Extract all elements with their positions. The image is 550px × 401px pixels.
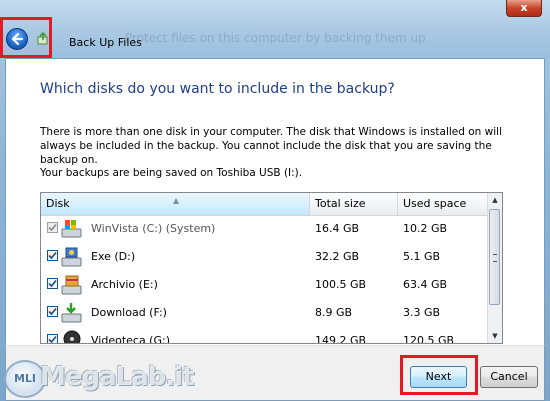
table-row[interactable]: Videoteca (G:) 149.2 GB 120.5 GB (41, 327, 490, 344)
disk-checkbox[interactable] (47, 278, 58, 289)
disk-total-size: 149.2 GB (315, 334, 367, 344)
column-header-total-size[interactable]: Total size (310, 193, 398, 215)
column-header-label: Total size (315, 197, 366, 210)
disk-list[interactable]: ▲ Disk Total size Used space WinVista (C… (40, 192, 503, 344)
video-drive-icon (63, 330, 81, 343)
program-drive-icon (61, 247, 82, 267)
disk-total-size: 32.2 GB (315, 250, 360, 263)
disk-used-space: 120.5 GB (403, 334, 455, 344)
disk-name: Exe (D:) (91, 250, 136, 263)
title-bar: Protect files on this computer by backin… (0, 0, 550, 58)
disk-checkbox (47, 222, 58, 233)
page-heading: Which disks do you want to include in th… (40, 81, 395, 97)
watermark: MLI MegaLab.it (4, 360, 195, 398)
watermark-text: MegaLab.it (40, 362, 195, 392)
column-header-label: Used space (403, 197, 467, 210)
vertical-scrollbar[interactable]: ▲ ▼ (487, 193, 502, 343)
disk-checkbox[interactable] (47, 306, 58, 317)
disk-total-size: 8.9 GB (315, 306, 353, 319)
page-description: There is more than one disk in your comp… (40, 126, 503, 166)
sort-ascending-icon: ▲ (173, 196, 180, 205)
table-row[interactable]: WinVista (C:) (System) 16.4 GB 10.2 GB (41, 215, 490, 243)
archive-drive-icon (61, 275, 82, 295)
cancel-button[interactable]: Cancel (480, 366, 538, 388)
disk-used-space: 63.4 GB (403, 278, 448, 291)
saved-location-text: Your backups are being saved on Toshiba … (40, 167, 303, 179)
disk-used-space: 10.2 GB (403, 222, 448, 235)
ghost-title: Protect files on this computer by backin… (125, 31, 426, 45)
table-row[interactable]: Download (F:) 8.9 GB 3.3 GB (41, 299, 490, 327)
window-title: Back Up Files (69, 36, 142, 49)
disk-used-space: 5.1 GB (403, 250, 441, 263)
grip-icon (493, 254, 497, 262)
disk-total-size: 100.5 GB (315, 278, 367, 291)
windows-drive-icon (61, 220, 82, 238)
checkmark-icon (48, 223, 57, 232)
next-highlight-box (400, 355, 478, 395)
disk-used-space: 3.3 GB (403, 306, 441, 319)
column-header-label: Disk (46, 197, 70, 210)
download-drive-icon (61, 303, 82, 323)
checkmark-icon (48, 335, 57, 343)
back-highlight-box (0, 17, 52, 58)
table-row[interactable]: Exe (D:) 32.2 GB 5.1 GB (41, 243, 490, 271)
scroll-thumb[interactable] (489, 209, 500, 305)
table-row[interactable]: Archivio (E:) 100.5 GB 63.4 GB (41, 271, 490, 299)
column-header-used-space[interactable]: Used space (398, 193, 490, 215)
disk-name: Archivio (E:) (91, 278, 158, 291)
disk-total-size: 16.4 GB (315, 222, 360, 235)
disk-name: WinVista (C:) (System) (91, 222, 216, 235)
scroll-down-icon[interactable]: ▼ (488, 329, 502, 343)
disk-checkbox[interactable] (47, 334, 58, 343)
checkmark-icon (48, 307, 57, 316)
disk-name: Download (F:) (91, 306, 167, 319)
disk-name: Videoteca (G:) (91, 334, 170, 344)
content-panel: Which disks do you want to include in th… (5, 58, 545, 345)
column-header-disk[interactable]: ▲ Disk (41, 193, 310, 215)
checkmark-icon (48, 251, 57, 260)
list-header: ▲ Disk Total size Used space (41, 193, 490, 216)
close-button[interactable]: x (506, 0, 542, 17)
disk-checkbox[interactable] (47, 250, 58, 261)
checkmark-icon (48, 279, 57, 288)
scroll-up-icon[interactable]: ▲ (488, 193, 502, 207)
